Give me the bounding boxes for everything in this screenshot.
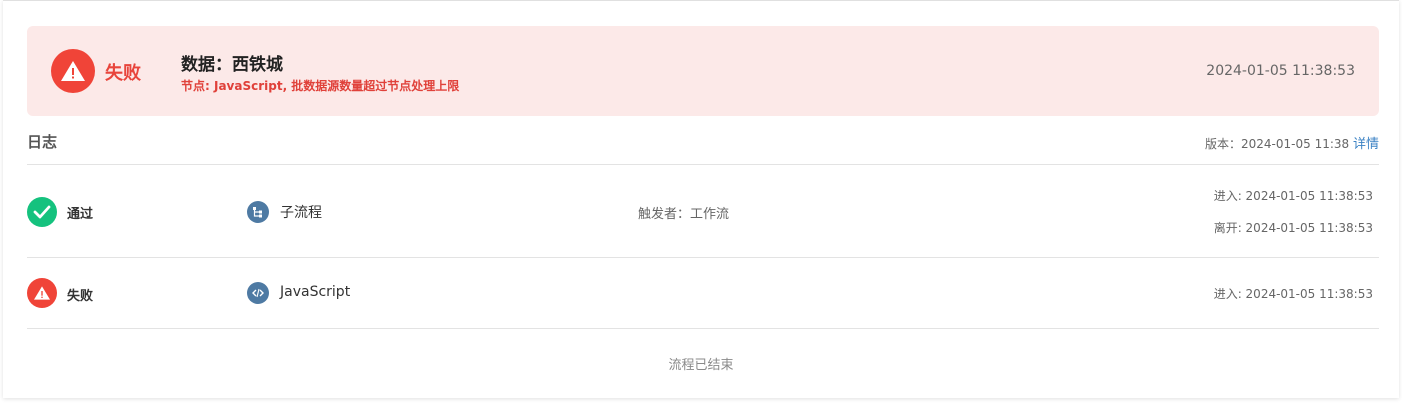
row-trigger: 触发者：工作流 [638, 207, 730, 222]
divider [27, 328, 1379, 329]
banner-error-message: 节点: JavaScript, 批数据源数量超过节点处理上限 [181, 79, 460, 93]
warning-triangle-icon [51, 49, 95, 93]
row-leave-time: 离开: 2024-01-05 11:38:53 [1213, 221, 1373, 235]
log-row: 失败 JavaScript 进入: 2024-01-05 11:38:53 [27, 258, 1379, 328]
log-row: 通过 子流程 触发者：工作流 进入: 2024-01-05 11:38:53 离… [27, 165, 1379, 257]
warning-triangle-icon [27, 278, 57, 308]
row-node-name: 子流程 [280, 205, 322, 221]
banner-status: 失败 [105, 63, 141, 84]
run-result-panel: 失败 数据：西铁城 节点: JavaScript, 批数据源数量超过节点处理上限… [3, 0, 1399, 398]
version-info: 版本：2024-01-05 11:38 详情 [1205, 133, 1379, 152]
row-node-name: JavaScript [280, 284, 351, 300]
subflow-icon [247, 201, 269, 223]
row-enter-time: 进入: 2024-01-05 11:38:53 [1213, 189, 1373, 203]
log-title: 日志 [27, 133, 58, 151]
banner-time: 2024-01-05 11:38:53 [1206, 63, 1355, 79]
detail-link[interactable]: 详情 [1353, 137, 1379, 152]
banner-title: 数据：西铁城 [181, 55, 283, 75]
code-icon [247, 282, 269, 304]
check-icon [27, 197, 57, 227]
row-status-label: 失败 [67, 289, 94, 304]
row-enter-time: 进入: 2024-01-05 11:38:53 [1213, 287, 1373, 301]
version-label: 版本：2024-01-05 11:38 [1205, 137, 1350, 151]
flow-ended-label: 流程已结束 [668, 358, 734, 373]
row-status-label: 通过 [67, 207, 94, 222]
result-banner: 失败 数据：西铁城 节点: JavaScript, 批数据源数量超过节点处理上限… [27, 26, 1379, 116]
